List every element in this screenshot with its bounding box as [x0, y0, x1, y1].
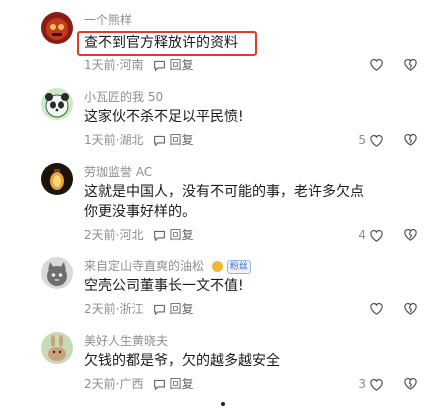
reply-label: 回复: [169, 58, 194, 72]
comment-username[interactable]: 小瓦匠的我 50: [84, 89, 163, 105]
panda-avatar-icon: [41, 88, 73, 120]
comment-time: 2天前: [84, 228, 116, 242]
comment-meta: 2天前 · 河北 回复: [84, 227, 194, 243]
comment-username-text[interactable]: 来自定山寺直爽的油松: [84, 259, 204, 273]
comment-meta: 2天前 · 浙江 回复: [84, 301, 194, 317]
comment-username[interactable]: 劳珈监誉 AC: [84, 164, 152, 180]
comment-text-line2: 你更没事好样的。: [84, 204, 196, 220]
reply-label: 回复: [169, 228, 194, 242]
dislike-button[interactable]: [403, 57, 418, 76]
dislike-button[interactable]: [403, 227, 418, 246]
heart-icon: [370, 229, 383, 242]
like-button[interactable]: [366, 301, 384, 316]
like-button[interactable]: 5: [358, 132, 384, 148]
reply-label: 回复: [169, 377, 194, 391]
like-button[interactable]: [366, 57, 384, 72]
comment-username[interactable]: 一个熊样: [84, 12, 132, 28]
dislike-button[interactable]: [403, 376, 418, 395]
avatar[interactable]: [41, 257, 73, 289]
broken-heart-icon: [404, 134, 417, 146]
like-button[interactable]: 3: [358, 376, 384, 392]
comment-username: 来自定山寺直爽的油松 粉丝: [84, 258, 251, 274]
comment-location: 广西: [119, 377, 144, 391]
user-badges: 粉丝: [211, 259, 251, 274]
like-count: 3: [358, 377, 366, 391]
reply-label: 回复: [169, 302, 194, 316]
comment-time: 2天前: [84, 377, 116, 391]
reply-label: 回复: [169, 133, 194, 147]
red-mask-avatar-icon: [41, 12, 73, 44]
avatar[interactable]: [41, 88, 73, 120]
rabbit-avatar-icon: [41, 332, 73, 364]
heart-icon: [370, 303, 383, 315]
broken-heart-icon: [404, 59, 417, 71]
comment-location: 浙江: [119, 302, 144, 316]
reply-bubble-icon: [154, 135, 166, 146]
comment-location: 河南: [119, 58, 144, 72]
heart-icon: [370, 378, 383, 391]
comment-meta: 1天前 · 湖北 回复: [84, 132, 194, 148]
comment-text: 欠钱的都是爷，欠的越多越安全: [84, 353, 280, 369]
like-button[interactable]: 4: [358, 227, 384, 243]
comment-username[interactable]: 美好人生黄晓夫: [84, 333, 168, 349]
reply-bubble-icon: [154, 230, 166, 241]
broken-heart-icon: [404, 303, 417, 315]
like-count: 4: [358, 228, 366, 242]
avatar[interactable]: [41, 332, 73, 364]
like-count: 5: [358, 133, 366, 147]
comment-time: 1天前: [84, 58, 116, 72]
comment-text: 空壳公司董事长一文不值!: [84, 278, 244, 294]
reply-bubble-icon: [154, 379, 166, 390]
reply-bubble-icon: [154, 304, 166, 315]
reply-button[interactable]: 回复: [153, 301, 194, 317]
cat-avatar-icon: [41, 257, 73, 289]
broken-heart-icon: [404, 229, 417, 241]
reply-bubble-icon: [154, 60, 166, 71]
comment-time: 1天前: [84, 133, 116, 147]
reply-button[interactable]: 回复: [153, 227, 194, 243]
comment-text: 这家伙不杀不足以平民愤!: [84, 109, 244, 125]
broken-heart-icon: [404, 378, 417, 390]
comment-location: 湖北: [119, 133, 144, 147]
reply-button[interactable]: 回复: [153, 132, 194, 148]
heart-icon: [370, 59, 383, 71]
comment-time: 2天前: [84, 302, 116, 316]
comment-meta: 1天前 · 河南 回复: [84, 57, 194, 73]
dislike-button[interactable]: [403, 301, 418, 320]
heart-icon: [370, 134, 383, 147]
comment-meta: 2天前 · 广西 回复: [84, 376, 194, 392]
dislike-button[interactable]: [403, 132, 418, 151]
lantern-avatar-icon: [41, 163, 73, 195]
avatar[interactable]: [41, 163, 73, 195]
avatar[interactable]: [41, 12, 73, 44]
reply-button[interactable]: 回复: [153, 376, 194, 392]
page-indicator-dot: [221, 402, 225, 406]
reply-button[interactable]: 回复: [153, 57, 194, 73]
fan-badge[interactable]: 粉丝: [226, 259, 251, 274]
verified-badge-icon: [211, 261, 223, 272]
comment-text: 查不到官方释放许的资料: [84, 35, 238, 51]
comment-text-line1: 这就是中国人，没有不可能的事，老许多欠点: [84, 184, 364, 200]
comment-location: 河北: [119, 228, 144, 242]
